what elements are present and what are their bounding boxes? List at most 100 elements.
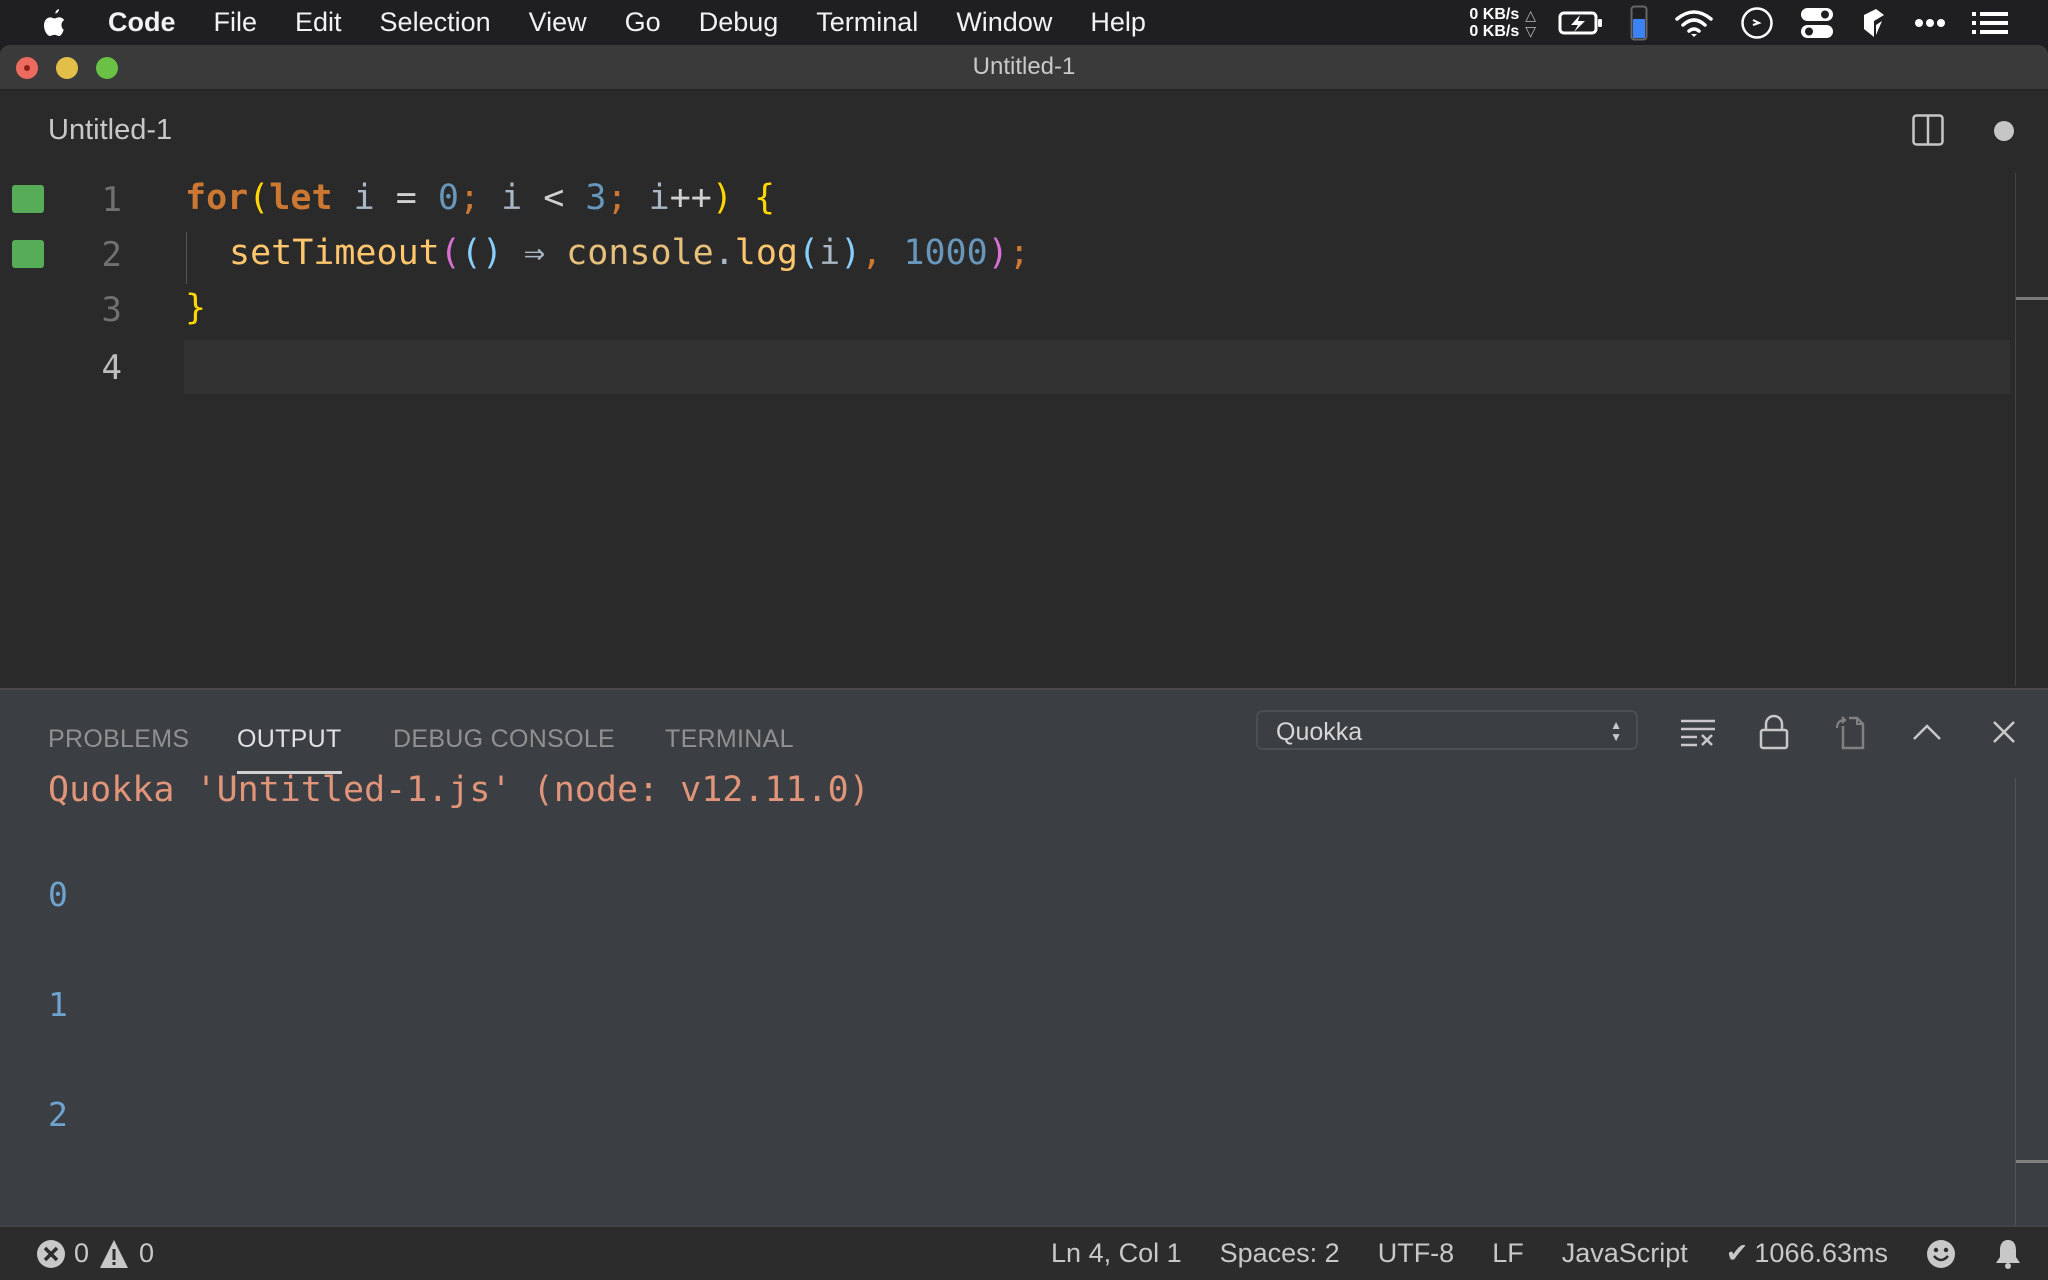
menu-terminal[interactable]: Terminal [816, 7, 918, 38]
quokka-coverage-marker [12, 185, 44, 213]
output-line: 1 [48, 985, 68, 1024]
output-content[interactable]: Quokka 'Untitled-1.js' (node: v12.11.0) … [48, 770, 870, 1134]
app-tray-icon[interactable] [1860, 7, 1888, 39]
token-punctuation: , [861, 233, 883, 273]
token-variable: i [627, 178, 670, 218]
line-number: 3 [101, 290, 122, 330]
split-editor-icon[interactable] [1912, 114, 1944, 146]
token-punctuation: ; [606, 178, 628, 218]
tab-output[interactable]: OUTPUT [237, 725, 342, 774]
code-line-3[interactable]: 3 } [0, 282, 2010, 336]
more-icon[interactable] [1914, 18, 1946, 28]
token-function: log [734, 233, 798, 273]
menu-bar: Code File Edit Selection View Go Debug T… [0, 0, 2048, 45]
code-text: for(let i = 0; i < 3; i++) { [185, 178, 775, 218]
title-bar[interactable]: Untitled-1 [0, 45, 2048, 90]
quokka-timing[interactable]: ✔ 1066.63ms [1726, 1238, 1888, 1269]
error-icon [37, 1239, 65, 1268]
token-operator: ++ [669, 178, 712, 218]
clear-output-button[interactable] [1678, 712, 1718, 752]
language-mode[interactable]: JavaScript [1562, 1238, 1688, 1269]
output-line: 2 [48, 1095, 68, 1134]
window-title: Untitled-1 [972, 53, 1076, 80]
select-arrows-icon: ▲ ▼ [1610, 718, 1622, 744]
code-line-2[interactable]: 2 setTimeout(() ⇒ console.log(i), 1000); [0, 227, 2010, 281]
menu-window[interactable]: Window [956, 7, 1052, 38]
net-upload-speed: 0 KB/s [1469, 5, 1520, 23]
menu-edit[interactable]: Edit [295, 7, 342, 38]
menu-app-code[interactable]: Code [108, 7, 176, 38]
warning-count: 0 [139, 1238, 155, 1268]
notifications-bell-icon[interactable] [1994, 1238, 2022, 1270]
tab-problems[interactable]: PROBLEMS [48, 725, 189, 754]
token-bracket: ) [987, 233, 1009, 273]
line-number: 2 [101, 235, 122, 275]
file-encoding[interactable]: UTF-8 [1378, 1238, 1455, 1269]
menu-selection[interactable]: Selection [380, 7, 491, 38]
token-bracket: ) [481, 233, 503, 273]
tab-debug-console[interactable]: DEBUG CONSOLE [393, 725, 615, 754]
clock-icon[interactable] [1740, 6, 1774, 40]
memory-gauge-icon[interactable] [1630, 5, 1648, 41]
editor-scrollbar-track[interactable] [2015, 173, 2016, 686]
indentation-setting[interactable]: Spaces: 2 [1220, 1238, 1340, 1269]
quokka-timing-value: 1066.63ms [1754, 1238, 1888, 1268]
editor-tab-untitled-1[interactable]: Untitled-1 [48, 114, 172, 147]
network-speed-monitor[interactable]: 0 KB/s 0 KB/s △ ▽ [1469, 6, 1536, 40]
token-keyword: let [269, 178, 333, 218]
token-punctuation: ; [458, 178, 481, 218]
bottom-panel: PROBLEMS OUTPUT DEBUG CONSOLE TERMINAL Q… [0, 688, 2048, 1230]
token-bracket: } [185, 288, 207, 328]
code-text: } [185, 288, 206, 328]
editor-lines: 1 for(let i = 0; i < 3; i++) { 2 setTime… [0, 172, 2048, 682]
code-line-1[interactable]: 1 for(let i = 0; i < 3; i++) { [0, 172, 2010, 226]
token-number: 1000 [882, 233, 988, 273]
notification-center-icon[interactable] [1972, 11, 2008, 35]
token-bracket: ) [840, 233, 862, 273]
check-icon: ✔ [1725, 1238, 1749, 1268]
code-line-4[interactable]: 4 [0, 340, 2010, 394]
token-function: setTimeout [229, 233, 440, 273]
token-operator: = [395, 178, 417, 218]
panel-scrollbar-marker [2016, 1160, 2048, 1163]
current-line-highlight [184, 340, 2010, 394]
menu-help[interactable]: Help [1090, 7, 1146, 38]
token-variable: i [332, 178, 396, 218]
code-text: setTimeout(() ⇒ console.log(i), 1000); [229, 233, 1030, 273]
feedback-smiley-icon[interactable] [1926, 1239, 1956, 1269]
open-log-file-button[interactable] [1830, 712, 1870, 752]
token-arrow: ⇒ [502, 233, 567, 273]
token-bracket: ( [439, 233, 461, 273]
output-channel-select[interactable]: Quokka ▲ ▼ [1256, 710, 1638, 750]
token-variable: i [819, 233, 841, 273]
token-number: 3 [564, 178, 607, 218]
cursor-position[interactable]: Ln 4, Col 1 [1051, 1238, 1182, 1269]
close-panel-button[interactable] [1984, 712, 2024, 752]
token-bracket: ( [460, 233, 482, 273]
token-bracket: ) [711, 178, 733, 218]
token-bracket: { [732, 178, 776, 218]
quokka-coverage-marker [12, 240, 44, 268]
token-operator: < [543, 178, 565, 218]
token-bracket: ( [797, 233, 820, 273]
line-number: 4 [101, 348, 122, 388]
menu-go[interactable]: Go [625, 7, 661, 38]
unsaved-changes-dot-icon[interactable] [1994, 121, 2014, 141]
control-toggles-icon[interactable] [1800, 7, 1834, 39]
net-arrows-icon: △ ▽ [1525, 6, 1536, 39]
apple-menu-icon[interactable] [40, 7, 72, 39]
warning-icon [100, 1239, 129, 1268]
line-number: 1 [101, 180, 122, 220]
maximize-panel-button[interactable] [1907, 712, 1947, 752]
menu-file[interactable]: File [214, 7, 258, 38]
end-of-line[interactable]: LF [1492, 1238, 1524, 1269]
menu-view[interactable]: View [529, 7, 587, 38]
token-keyword: for [185, 178, 249, 218]
wifi-icon[interactable] [1674, 8, 1714, 38]
problems-status[interactable]: 0 0 [36, 1238, 154, 1269]
menu-debug[interactable]: Debug [699, 7, 779, 38]
lock-scroll-button[interactable] [1754, 712, 1794, 752]
token-number: 0 [416, 178, 459, 218]
battery-charging-icon[interactable] [1558, 10, 1604, 36]
tab-terminal[interactable]: TERMINAL [665, 725, 794, 754]
